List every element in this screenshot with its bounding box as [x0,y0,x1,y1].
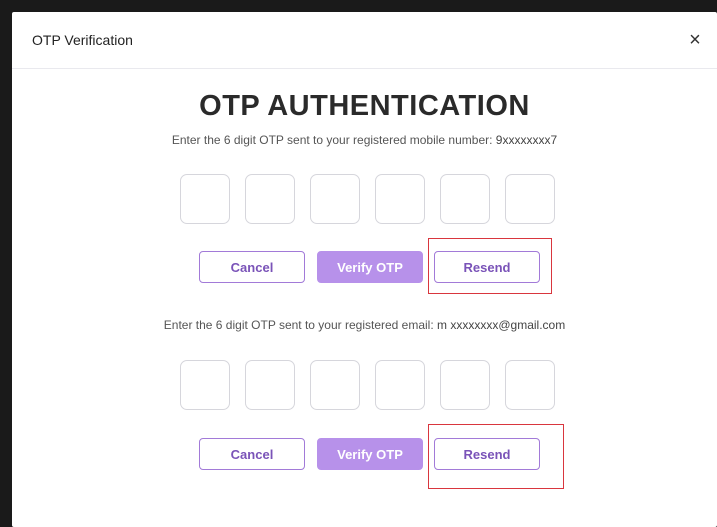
mobile-cancel-button[interactable]: Cancel [199,251,305,283]
email-otp-digit-6[interactable] [505,360,555,410]
close-icon[interactable]: × [683,28,707,52]
mobile-otp-inputs [180,174,555,224]
mobile-resend-button[interactable]: Resend [434,251,540,283]
email-otp-inputs [180,360,555,410]
email-otp-digit-3[interactable] [310,360,360,410]
email-otp-digit-1[interactable] [180,360,230,410]
mobile-otp-digit-2[interactable] [245,174,295,224]
otp-verification-dialog: OTP Verification × OTP AUTHENTICATION En… [12,12,717,527]
mobile-otp-digit-5[interactable] [440,174,490,224]
email-otp-digit-2[interactable] [245,360,295,410]
mobile-otp-digit-4[interactable] [375,174,425,224]
mobile-instruction: Enter the 6 digit OTP sent to your regis… [12,133,717,147]
email-verify-otp-button[interactable]: Verify OTP [317,438,423,470]
masked-email-address: m xxxxxxxx@gmail.com [437,318,566,332]
mobile-otp-digit-3[interactable] [310,174,360,224]
email-instruction: Enter the 6 digit OTP sent to your regis… [12,318,717,332]
page-title: OTP AUTHENTICATION [199,90,530,122]
email-otp-digit-5[interactable] [440,360,490,410]
email-otp-digit-4[interactable] [375,360,425,410]
email-cancel-button[interactable]: Cancel [199,438,305,470]
mobile-instruction-text: Enter the 6 digit OTP sent to your regis… [171,133,496,147]
dialog-header: OTP Verification × [12,12,717,69]
mobile-otp-digit-1[interactable] [180,174,230,224]
mobile-verify-otp-button[interactable]: Verify OTP [317,251,423,283]
email-resend-button[interactable]: Resend [434,438,540,470]
mobile-otp-digit-6[interactable] [505,174,555,224]
email-instruction-text: Enter the 6 digit OTP sent to your regis… [163,318,438,332]
dialog-title: OTP Verification [32,32,133,48]
masked-mobile-number: 9xxxxxxxx7 [495,133,558,147]
